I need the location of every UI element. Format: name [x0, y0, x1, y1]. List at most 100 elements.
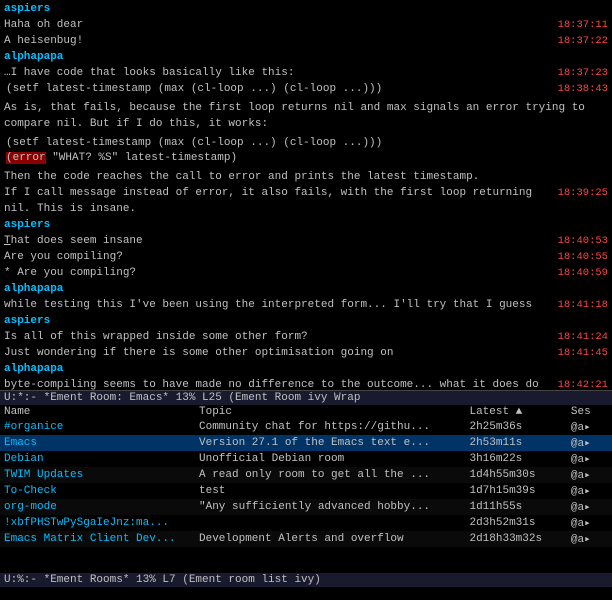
message-text: A heisenbug!: [4, 34, 550, 50]
room-name-cell[interactable]: !xbfPHSTwPySgaIeJnz:ma...: [0, 515, 195, 531]
table-row[interactable]: !xbfPHSTwPySgaIeJnz:ma...2d3h52m31s@a▸: [0, 515, 612, 531]
chat-message: A heisenbug! 18:37:22: [4, 34, 608, 50]
room-ses-cell: @a▸: [567, 435, 612, 451]
timestamp: 18:39:25: [558, 186, 608, 201]
room-name-link[interactable]: Emacs: [4, 437, 37, 449]
username-block: aspiers: [4, 2, 608, 18]
message-text: Then the code reaches the call to error …: [4, 171, 479, 183]
chat-message: byte-compiling seems to have made no dif…: [4, 378, 608, 390]
room-topic-cell: Version 27.1 of the Emacs text e...: [195, 435, 465, 451]
timestamp: 18:38:43: [558, 82, 608, 97]
room-latest-cell: 2d18h33m32s: [465, 531, 566, 547]
room-name-link[interactable]: org-mode: [4, 501, 57, 513]
timestamp: 18:37:23: [558, 66, 608, 81]
username: aspiers: [4, 219, 50, 231]
message-text: Just wondering if there is some other op…: [4, 346, 550, 362]
room-ses-cell: @a▸: [567, 467, 612, 483]
chat-message: Then the code reaches the call to error …: [4, 170, 608, 186]
room-list-panel[interactable]: Name Topic Latest ▲ Ses #organice Communi…: [0, 405, 612, 573]
chat-message: As is, that fails, because the first loo…: [4, 101, 608, 133]
chat-message: Are you compiling? 18:40:55: [4, 250, 608, 266]
room-name-link[interactable]: To-Check: [4, 485, 57, 497]
message-text: If I call message instead of error, it a…: [4, 186, 550, 218]
chat-message: That does seem insane 18:40:53: [4, 234, 608, 250]
status-bar-text: U:*:- *Ement Room: Emacs* 13% L25 (Ement…: [4, 392, 360, 404]
message-text: * Are you compiling?: [4, 266, 550, 282]
room-name-link[interactable]: Emacs Matrix Client Dev...: [4, 533, 176, 545]
col-header-latest[interactable]: Latest ▲: [465, 405, 566, 419]
bottom-status-bar: U:%:- *Ement Rooms* 13% L7 (Ement room l…: [0, 573, 612, 587]
username: aspiers: [4, 3, 50, 15]
chat-message: Haha oh dear 18:37:11: [4, 18, 608, 34]
timestamp: 18:41:45: [558, 346, 608, 361]
room-topic-cell: [195, 515, 465, 531]
top-status-bar: U:*:- *Ement Room: Emacs* 13% L25 (Ement…: [0, 390, 612, 405]
table-header: Name Topic Latest ▲ Ses: [0, 405, 612, 419]
room-latest-cell: 1d11h55s: [465, 499, 566, 515]
room-ses-cell: @a▸: [567, 531, 612, 547]
message-text: Is all of this wrapped inside some other…: [4, 330, 550, 346]
username-block: alphapapa: [4, 50, 608, 66]
room-name-cell[interactable]: Emacs Matrix Client Dev...: [0, 531, 195, 547]
room-name-cell[interactable]: #organice: [0, 419, 195, 435]
table-row[interactable]: Debian Unofficial Debian room3h16m22s@a▸: [0, 451, 612, 467]
table-row[interactable]: Emacs Version 27.1 of the Emacs text e...…: [0, 435, 612, 451]
room-name-link[interactable]: #organice: [4, 421, 63, 433]
room-table: Name Topic Latest ▲ Ses #organice Communi…: [0, 405, 612, 547]
room-ses-cell: @a▸: [567, 419, 612, 435]
col-header-ses: Ses: [567, 405, 612, 419]
col-header-topic: Topic: [195, 405, 465, 419]
room-name-cell[interactable]: TWIM Updates: [0, 467, 195, 483]
message-text: As is, that fails, because the first loo…: [4, 102, 585, 130]
chat-message: while testing this I've been using the i…: [4, 298, 608, 314]
username-block: alphapapa: [4, 362, 608, 378]
message-text: …I have code that looks basically like t…: [4, 66, 550, 82]
room-topic-cell: Community chat for https://githu...: [195, 419, 465, 435]
chat-message: * Are you compiling? 18:40:59: [4, 266, 608, 282]
timestamp: 18:41:18: [558, 298, 608, 313]
room-ses-cell: @a▸: [567, 451, 612, 467]
room-name-link[interactable]: TWIM Updates: [4, 469, 83, 481]
table-row[interactable]: Emacs Matrix Client Dev...Development Al…: [0, 531, 612, 547]
room-name-link[interactable]: Debian: [4, 453, 44, 465]
message-text: while testing this I've been using the i…: [4, 298, 550, 314]
username: alphapapa: [4, 283, 63, 295]
room-latest-cell: 1d4h55m30s: [465, 467, 566, 483]
username: alphapapa: [4, 363, 63, 375]
username: aspiers: [4, 315, 50, 327]
username-block: aspiers: [4, 218, 608, 234]
timestamp: 18:42:21: [558, 378, 608, 390]
room-topic-cell: test: [195, 483, 465, 499]
room-name-cell[interactable]: To-Check: [0, 483, 195, 499]
table-row[interactable]: TWIM Updates A read only room to get all …: [0, 467, 612, 483]
room-name-cell[interactable]: org-mode: [0, 499, 195, 515]
room-latest-cell: 3h16m22s: [465, 451, 566, 467]
room-topic-cell: Unofficial Debian room: [195, 451, 465, 467]
room-topic-cell: A read only room to get all the ...: [195, 467, 465, 483]
message-text: byte-compiling seems to have made no dif…: [4, 378, 550, 390]
room-latest-cell: 2h25m36s: [465, 419, 566, 435]
col-header-name: Name: [0, 405, 195, 419]
timestamp: 18:40:53: [558, 234, 608, 249]
username-block: alphapapa: [4, 282, 608, 298]
chat-message: …I have code that looks basically like t…: [4, 66, 608, 82]
timestamp: 18:41:24: [558, 330, 608, 345]
chat-message: Just wondering if there is some other op…: [4, 346, 608, 362]
table-row[interactable]: #organice Community chat for https://gith…: [0, 419, 612, 435]
room-latest-cell: 2h53m11s: [465, 435, 566, 451]
room-name-cell[interactable]: Debian: [0, 451, 195, 467]
error-span: (error: [6, 152, 46, 164]
room-name-cell[interactable]: Emacs: [0, 435, 195, 451]
table-row[interactable]: To-Checktest1d7h15m39s@a▸: [0, 483, 612, 499]
timestamp: 18:37:11: [558, 18, 608, 33]
room-name-link[interactable]: !xbfPHSTwPySgaIeJnz:ma...: [4, 517, 169, 529]
code-line-error: (error "WHAT? %S" latest-timestamp): [4, 151, 608, 167]
room-ses-cell: @a▸: [567, 515, 612, 531]
bottom-status-text: U:%:- *Ement Rooms* 13% L7 (Ement room l…: [4, 574, 321, 586]
table-row[interactable]: org-mode"Any sufficiently advanced hobby…: [0, 499, 612, 515]
code-line: (setf latest-timestamp (max (cl-loop ...…: [4, 136, 608, 152]
room-ses-cell: @a▸: [567, 499, 612, 515]
code-text: (setf latest-timestamp (max (cl-loop ...…: [4, 82, 550, 98]
message-text: That does seem insane: [4, 234, 550, 250]
chat-message: Is all of this wrapped inside some other…: [4, 330, 608, 346]
